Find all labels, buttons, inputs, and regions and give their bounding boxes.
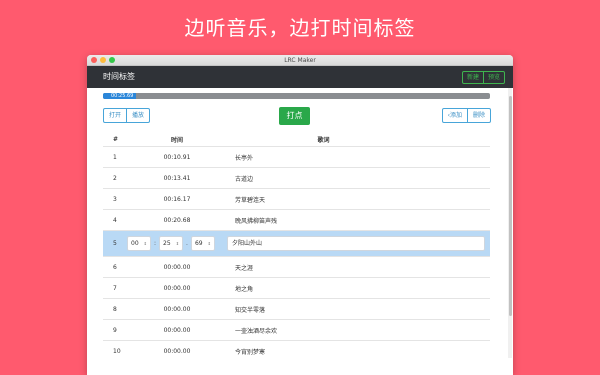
minute-stepper[interactable]: 00 ⇕ (127, 236, 152, 251)
row-index: 4 (113, 216, 117, 224)
header-time: 时间 (170, 136, 183, 144)
app-header: 时间标签 新建 预览 (87, 66, 513, 88)
time-separator: : (154, 240, 157, 247)
centisecond-stepper[interactable]: 69 ⇕ (190, 236, 215, 251)
second-stepper[interactable]: 25 ⇕ (159, 236, 184, 251)
row-index: 6 (113, 263, 117, 271)
lyrics-table: # 时间 歌词 1 00:10.91 长亭外 2 00:13.41 古道边 3 … (103, 132, 490, 361)
window-titlebar[interactable]: LRC Maker (87, 55, 513, 66)
main-content: 00:25.69 打开 播放 打点 ‹添加 删除 # 时间 歌词 1 00:10… (87, 88, 513, 375)
file-button-group: 打开 播放 (103, 108, 151, 123)
row-time: 00:20.68 (163, 216, 191, 224)
page-title: 时间标签 (103, 72, 135, 81)
table-row[interactable]: 4 00:20.68 晚风拂柳笛声残 (103, 209, 490, 230)
table-row[interactable]: 7 00:00.00 地之角 (103, 277, 490, 298)
scrollbar-thumb[interactable] (509, 96, 512, 316)
row-lyric: 芳草碧连天 (235, 196, 266, 204)
row-index: 10 (113, 347, 121, 355)
add-row-button[interactable]: ‹添加 (443, 109, 467, 122)
header-button-group: 新建 预览 (461, 71, 505, 84)
app-window: LRC Maker 时间标签 新建 预览 00:25.69 打开 播放 打点 ‹… (87, 55, 513, 375)
delete-row-button[interactable]: 删除 (466, 109, 490, 122)
updown-arrow-icon[interactable]: ⇕ (176, 241, 179, 246)
table-row[interactable]: 2 00:13.41 古道边 (103, 167, 490, 188)
time-separator: . (186, 240, 188, 247)
row-lyric: 一壶浊酒尽余欢 (235, 327, 278, 335)
progress-fill: 00:25.69 (103, 93, 136, 99)
promo-headline: 边听音乐，边打时间标签 (184, 16, 416, 40)
row-lyric: 晚风拂柳笛声残 (235, 217, 278, 225)
time-editor: 00 ⇕ : 25 ⇕ . 69 ⇕ (121, 236, 221, 251)
row-lyric: 长亭外 (235, 154, 254, 162)
row-index: 3 (113, 195, 117, 203)
header-lyric: 歌词 (317, 136, 330, 144)
table-row[interactable]: 8 00:00.00 知交半零落 (103, 298, 490, 319)
row-index: 2 (113, 174, 117, 182)
table-row[interactable]: 1 00:10.91 长亭外 (103, 146, 490, 167)
lyric-input[interactable]: 夕阳山外山 (227, 236, 485, 251)
row-index: 9 (113, 326, 117, 334)
playback-progress-bar[interactable]: 00:25.69 (103, 93, 490, 99)
table-row[interactable]: 10 00:00.00 今宵别梦寒 (103, 340, 490, 361)
row-lyric: 天之涯 (235, 264, 254, 272)
header-index: # (113, 135, 119, 143)
preview-button[interactable]: 预览 (482, 72, 504, 83)
play-button[interactable]: 播放 (126, 109, 149, 122)
row-lyric: 今宵别梦寒 (235, 348, 266, 356)
updown-arrow-icon[interactable]: ⇕ (144, 241, 147, 246)
open-button[interactable]: 打开 (104, 109, 126, 122)
row-button-group: ‹添加 删除 (441, 108, 491, 123)
minute-value: 00 (131, 240, 139, 247)
row-time: 00:13.41 (163, 174, 191, 182)
row-index: 7 (113, 284, 117, 292)
second-value: 25 (163, 240, 171, 247)
table-row[interactable]: 3 00:16.17 芳草碧连天 (103, 188, 490, 209)
table-header-row: # 时间 歌词 (103, 132, 490, 146)
row-index: 1 (113, 153, 117, 161)
row-time: 00:16.17 (163, 195, 191, 203)
updown-arrow-icon[interactable]: ⇕ (208, 241, 211, 246)
window-title: LRC Maker (284, 57, 316, 64)
row-time: 00:10.91 (163, 153, 191, 161)
row-time: 00:00.00 (163, 326, 191, 334)
centisecond-value: 69 (194, 240, 203, 247)
table-row[interactable]: 9 00:00.00 一壶浊酒尽余欢 (103, 319, 490, 340)
row-lyric: 古道边 (235, 175, 254, 183)
row-time: 00:00.00 (163, 263, 191, 271)
row-time: 00:00.00 (163, 347, 191, 355)
table-row[interactable]: 6 00:00.00 天之涯 (103, 256, 490, 277)
row-lyric: 知交半零落 (235, 306, 266, 314)
row-time: 00:00.00 (163, 305, 191, 313)
row-time: 00:00.00 (163, 284, 191, 292)
table-row-editing[interactable]: 5 00 ⇕ : 25 ⇕ . 69 ⇕ 夕阳山外山 (103, 230, 490, 256)
row-index: 8 (113, 305, 117, 313)
mark-timestamp-button[interactable]: 打点 (279, 107, 310, 125)
row-lyric: 地之角 (235, 285, 254, 293)
new-button[interactable]: 新建 (463, 72, 483, 83)
